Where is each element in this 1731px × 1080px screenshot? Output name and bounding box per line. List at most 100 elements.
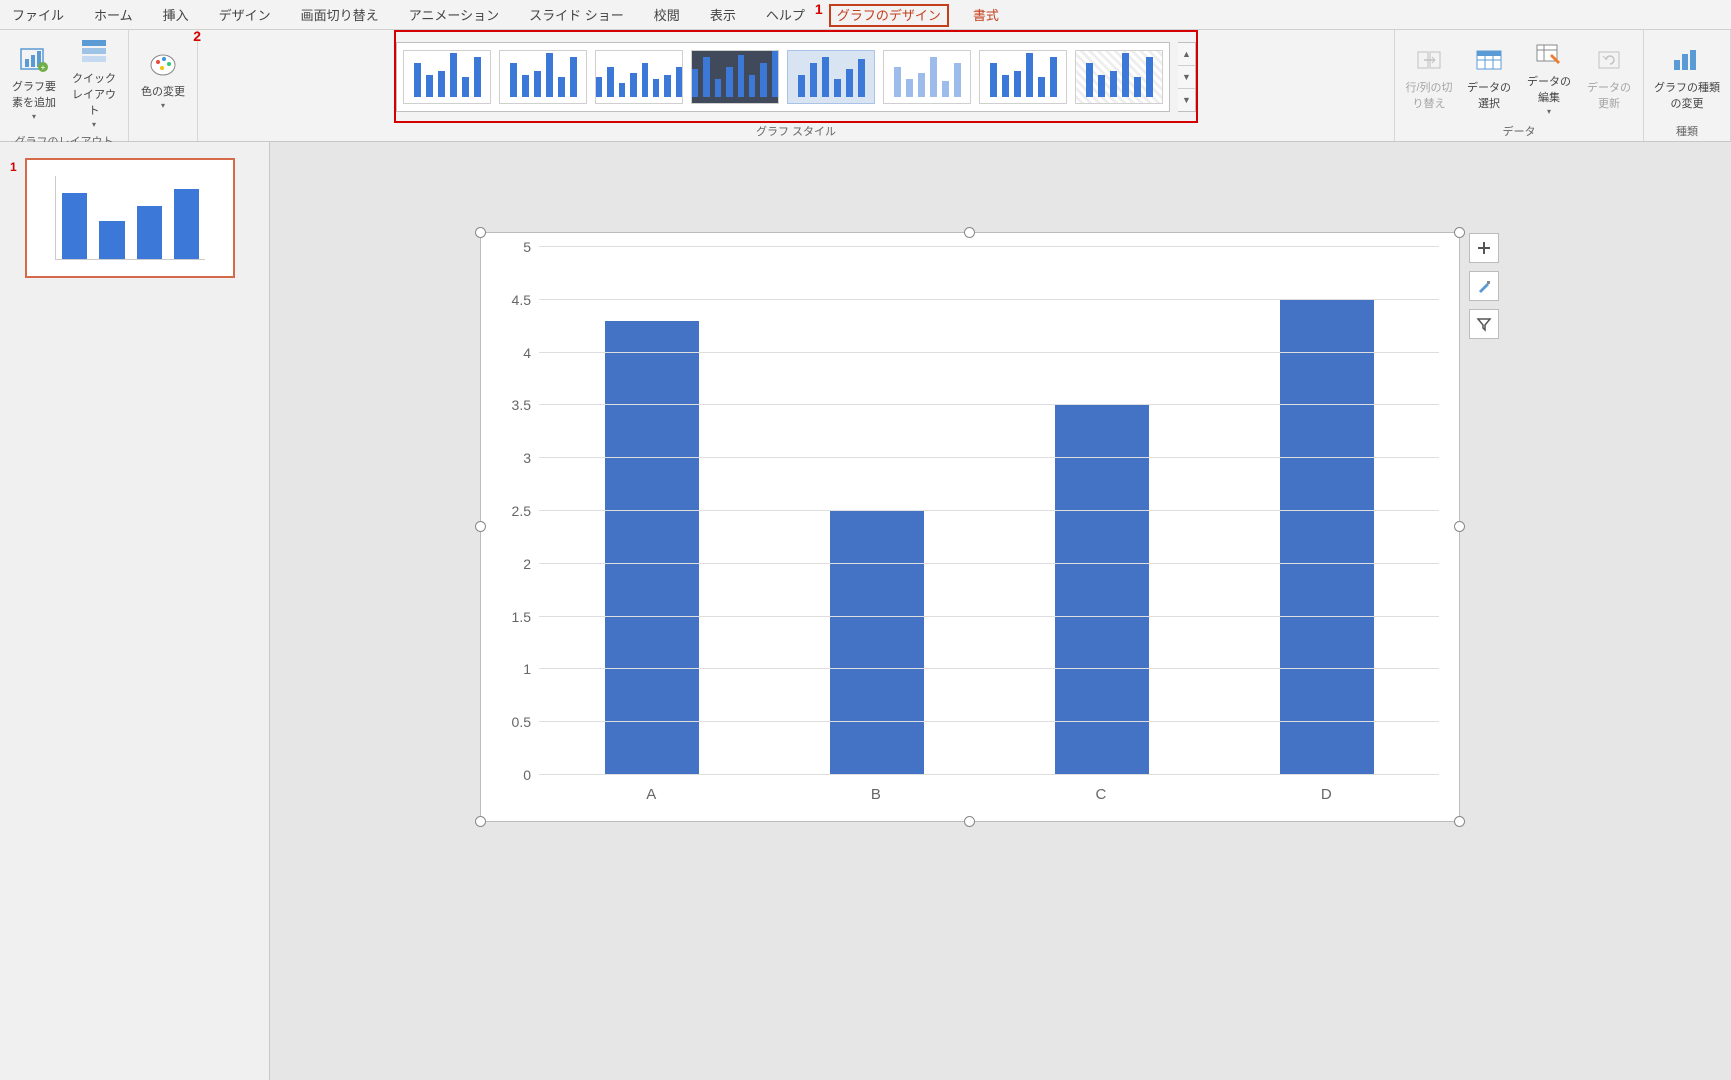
chart-bars — [539, 247, 1439, 775]
chart-gridline — [539, 563, 1439, 564]
chart-style-thumb-1[interactable] — [403, 50, 491, 104]
chart-y-tick: 3 — [523, 450, 531, 466]
tab-slideshow[interactable]: スライド ショー — [523, 1, 630, 28]
tab-design[interactable]: デザイン — [213, 1, 277, 28]
chart-gridline — [539, 616, 1439, 617]
edit-data-label: データの編集 — [1523, 73, 1575, 105]
chart-style-thumb-4[interactable] — [691, 50, 779, 104]
gallery-scroll-down[interactable]: ▼ — [1178, 66, 1195, 89]
chart-y-tick: 1.5 — [512, 609, 531, 625]
chart-gridline — [539, 721, 1439, 722]
resize-handle[interactable] — [475, 521, 486, 532]
chart-gridline — [539, 668, 1439, 669]
switch-row-col-button: 行/列の切り替え — [1403, 43, 1455, 111]
chart-gridline — [539, 352, 1439, 353]
chart-bar[interactable] — [1280, 300, 1374, 775]
chart-style-thumb-7[interactable] — [979, 50, 1067, 104]
chart-x-tick: A — [646, 786, 656, 803]
dropdown-caret-icon: ▾ — [92, 120, 96, 129]
quick-layout-button[interactable]: クイックレイアウト ▾ — [68, 34, 120, 129]
group-data: 行/列の切り替え データの選択 データの編集 ▾ データの更新 データ — [1395, 30, 1644, 141]
slide-canvas[interactable]: 00.511.522.533.544.55 ABCD — [270, 142, 1731, 1080]
chart-y-tick: 4.5 — [512, 292, 531, 308]
chart-elements-button[interactable] — [1469, 233, 1499, 263]
tab-help[interactable]: ヘルプ — [760, 1, 811, 28]
ribbon: + グラフ要素を追加 ▾ クイックレイアウト ▾ グラフのレイアウト 2 色の変 — [0, 30, 1731, 142]
switch-row-col-label: 行/列の切り替え — [1403, 79, 1455, 111]
add-chart-element-button[interactable]: + グラフ要素を追加 ▾ — [8, 42, 60, 121]
thumbnail-chart-icon — [55, 176, 205, 260]
group-chart-layout: + グラフ要素を追加 ▾ クイックレイアウト ▾ グラフのレイアウト — [0, 30, 129, 141]
tab-insert[interactable]: 挿入 — [157, 1, 195, 28]
ribbon-tabs: ファイル ホーム 挿入 デザイン 画面切り替え アニメーション スライド ショー… — [0, 0, 1731, 30]
add-chart-element-icon: + — [19, 42, 49, 76]
tab-chart-design[interactable]: グラフのデザイン — [829, 4, 949, 27]
group-colors: 2 色の変更 ▾ — [129, 30, 198, 141]
chart-gridline — [539, 404, 1439, 405]
chart-y-tick: 1 — [523, 661, 531, 677]
tab-transitions[interactable]: 画面切り替え — [295, 1, 385, 28]
resize-handle[interactable] — [1454, 816, 1465, 827]
chart-gridline — [539, 246, 1439, 247]
chart-style-gallery — [396, 42, 1170, 112]
dropdown-caret-icon: ▾ — [161, 101, 165, 110]
chart-style-thumb-3[interactable] — [595, 50, 683, 104]
chart-bar[interactable] — [830, 511, 924, 775]
gallery-scroll: ▲ ▼ ▼ — [1178, 42, 1196, 112]
gallery-scroll-up[interactable]: ▲ — [1178, 43, 1195, 66]
edit-data-button[interactable]: データの編集 ▾ — [1523, 37, 1575, 116]
resize-handle[interactable] — [475, 816, 486, 827]
dropdown-caret-icon: ▾ — [32, 112, 36, 121]
group-label-data: データ — [1503, 119, 1536, 139]
chart-gridline — [539, 299, 1439, 300]
tab-format[interactable]: 書式 — [967, 1, 1005, 28]
chart-styles-button[interactable] — [1469, 271, 1499, 301]
resize-handle[interactable] — [964, 816, 975, 827]
change-chart-type-icon — [1670, 43, 1704, 77]
chart-object[interactable]: 00.511.522.533.544.55 ABCD — [480, 232, 1460, 822]
gallery-expand[interactable]: ▼ — [1178, 89, 1195, 111]
chart-style-thumb-8[interactable] — [1075, 50, 1163, 104]
group-label-type: 種類 — [1676, 119, 1698, 139]
dropdown-caret-icon: ▾ — [1547, 107, 1551, 116]
chart-style-thumb-5[interactable] — [787, 50, 875, 104]
svg-text:+: + — [41, 63, 46, 72]
refresh-data-button: データの更新 — [1583, 43, 1635, 111]
chart-y-tick: 4 — [523, 345, 531, 361]
tab-animations[interactable]: アニメーション — [403, 1, 505, 28]
slide-number: 1 — [10, 160, 17, 174]
chart-bar[interactable] — [1055, 405, 1149, 775]
brush-icon — [1476, 278, 1492, 294]
slide-thumbnails-pane: 1 — [0, 142, 270, 1080]
chart-plot-area[interactable]: 00.511.522.533.544.55 — [539, 247, 1439, 775]
palette-icon — [148, 47, 178, 81]
resize-handle[interactable] — [1454, 521, 1465, 532]
chart-y-tick: 5 — [523, 239, 531, 255]
funnel-icon — [1476, 316, 1492, 332]
chart-floating-buttons — [1469, 233, 1499, 339]
tab-file[interactable]: ファイル — [6, 1, 70, 28]
chart-x-tick: C — [1095, 786, 1106, 803]
tab-home[interactable]: ホーム — [88, 1, 139, 28]
plus-icon — [1476, 240, 1492, 256]
tab-review[interactable]: 校閲 — [648, 1, 686, 28]
quick-layout-label: クイックレイアウト — [68, 70, 120, 118]
resize-handle[interactable] — [475, 227, 486, 238]
resize-handle[interactable] — [964, 227, 975, 238]
slide-thumbnail-1[interactable] — [25, 158, 235, 278]
workarea: 1 00.511.522.533.544.55 ABCD — [0, 142, 1731, 1080]
refresh-data-label: データの更新 — [1583, 79, 1635, 111]
chart-style-thumb-6[interactable] — [883, 50, 971, 104]
resize-handle[interactable] — [1454, 227, 1465, 238]
chart-bar[interactable] — [605, 321, 699, 775]
select-data-button[interactable]: データの選択 — [1463, 43, 1515, 111]
change-colors-button[interactable]: 色の変更 ▾ — [137, 47, 189, 110]
chart-x-tick: D — [1321, 786, 1332, 803]
change-chart-type-button[interactable]: グラフの種類の変更 — [1652, 43, 1722, 111]
chart-style-thumb-2[interactable] — [499, 50, 587, 104]
chart-filters-button[interactable] — [1469, 309, 1499, 339]
quick-layout-icon — [79, 34, 109, 68]
edit-data-icon — [1534, 37, 1564, 71]
change-colors-label: 色の変更 — [141, 83, 185, 99]
tab-view[interactable]: 表示 — [704, 1, 742, 28]
